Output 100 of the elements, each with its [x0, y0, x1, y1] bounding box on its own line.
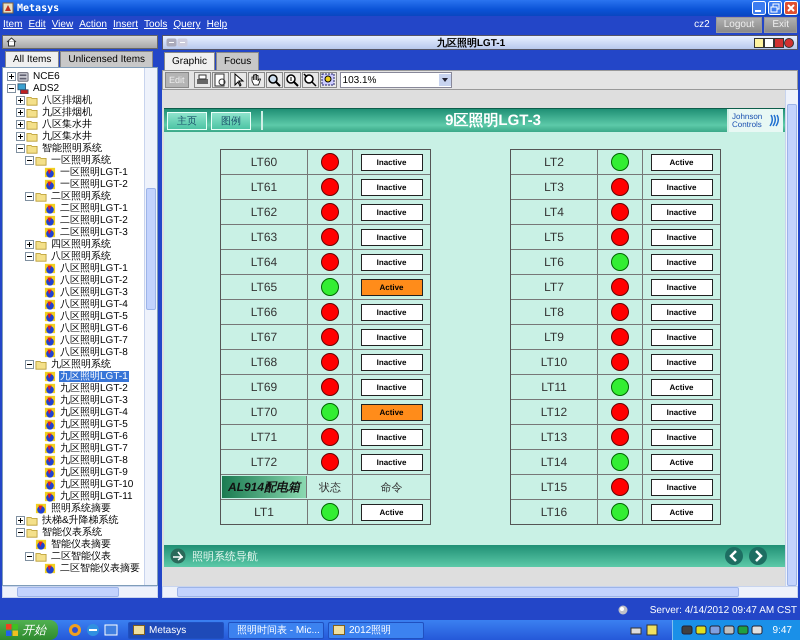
legend-button[interactable]: 图例	[211, 112, 251, 130]
tree-item[interactable]: 八区照明LGT-1	[59, 262, 129, 274]
command-button[interactable]: Inactive	[650, 278, 712, 296]
tree-item[interactable]: 智能照明系统	[41, 142, 103, 154]
command-button[interactable]: Inactive	[360, 428, 422, 446]
tree-item[interactable]: 九区照明系统	[50, 358, 112, 370]
tree-item[interactable]: 九区照明LGT-10	[59, 478, 134, 490]
tray-icon[interactable]	[708, 624, 721, 636]
scrollbar[interactable]	[144, 68, 157, 585]
navigator-tab[interactable]: Unlicensed Items	[60, 51, 154, 67]
tree-item[interactable]: 九区照明LGT-4	[59, 406, 129, 418]
tree-item[interactable]: 二区智能仪表摘要	[59, 562, 141, 574]
command-button[interactable]: Inactive	[650, 354, 712, 370]
expand-toggle[interactable]	[25, 240, 34, 248]
command-button[interactable]: Inactive	[650, 204, 712, 220]
menu-item[interactable]: View	[52, 19, 74, 30]
tree-item[interactable]: 八区照明LGT-8	[59, 346, 129, 358]
tree-item[interactable]: 八区集水井	[41, 118, 93, 130]
home-button[interactable]: 主页	[167, 112, 207, 130]
menu-item[interactable]: Query	[173, 19, 201, 30]
help-icon[interactable]	[646, 624, 658, 636]
tree-item[interactable]: 八区照明LGT-4	[59, 298, 129, 310]
browser-icon[interactable]	[68, 623, 82, 637]
expand-toggle[interactable]	[25, 252, 34, 260]
magnifier-icon[interactable]	[302, 72, 319, 88]
tree-item[interactable]: 二区智能仪表	[50, 550, 112, 562]
view-tab[interactable]: Focus	[216, 52, 260, 70]
home-icon[interactable]	[6, 37, 17, 47]
scrollbar[interactable]	[2, 586, 158, 598]
command-button[interactable]: Inactive	[360, 178, 422, 196]
tree-item[interactable]: ADS2	[32, 82, 60, 94]
magnifier-icon[interactable]	[284, 72, 301, 88]
command-button[interactable]: Inactive	[650, 304, 712, 320]
tree-item[interactable]: 八区照明LGT-2	[59, 274, 129, 286]
command-button[interactable]: Inactive	[650, 478, 712, 496]
expand-toggle[interactable]	[7, 84, 16, 92]
tree-item[interactable]: 一区照明LGT-1	[59, 166, 129, 178]
command-button[interactable]: Active	[360, 504, 422, 520]
zoom-area-icon[interactable]	[320, 72, 337, 88]
menu-item[interactable]: Item	[3, 19, 22, 30]
command-button[interactable]: Active	[650, 454, 712, 470]
expand-toggle[interactable]	[16, 528, 25, 536]
tree-item[interactable]: 九区照明LGT-7	[59, 442, 129, 454]
tree-item[interactable]: 九区照明LGT-11	[59, 490, 134, 502]
command-button[interactable]: Inactive	[360, 204, 422, 220]
command-button[interactable]: Inactive	[650, 404, 712, 420]
command-button[interactable]: Active	[650, 154, 712, 170]
menu-item[interactable]: Tools	[144, 19, 168, 30]
tree-item[interactable]: 扶梯&升降梯系统	[41, 514, 120, 526]
expand-toggle[interactable]	[16, 516, 25, 524]
tree-item[interactable]: 九区照明LGT-3	[59, 394, 129, 406]
menu-item[interactable]: Edit	[28, 19, 46, 30]
tree-item[interactable]: 照明系统摘要	[50, 502, 112, 514]
taskbar-button[interactable]: 照明时间表 - Mic...	[228, 622, 324, 638]
scrollbar-thumb[interactable]	[146, 188, 156, 310]
expand-toggle[interactable]	[16, 144, 25, 152]
menu-item[interactable]: Insert	[112, 19, 138, 30]
tree-item[interactable]: 九区集水井	[41, 130, 93, 142]
tree-item[interactable]: 八区排烟机	[41, 94, 93, 106]
tree-item[interactable]: 二区照明LGT-1	[59, 202, 129, 214]
taskbar-button[interactable]: Metasys	[128, 622, 224, 638]
tree-item[interactable]: 九区照明LGT-1	[59, 370, 129, 382]
magnifier-icon[interactable]	[266, 72, 283, 88]
navigator-tab[interactable]: All Items	[5, 51, 60, 67]
expand-toggle[interactable]	[25, 552, 34, 560]
scrollbar-thumb[interactable]	[177, 587, 739, 597]
window-controls-icon[interactable]	[754, 38, 794, 48]
command-button[interactable]: Inactive	[360, 228, 422, 246]
command-button[interactable]: Active	[650, 504, 712, 520]
expand-toggle[interactable]	[16, 108, 25, 116]
tree-item[interactable]: 智能仪表摘要	[50, 538, 112, 550]
command-button[interactable]: Inactive	[360, 378, 422, 396]
menu-item[interactable]: Action	[79, 19, 107, 30]
command-button[interactable]: Inactive	[360, 454, 422, 470]
tree-item[interactable]: 二区照明LGT-3	[59, 226, 129, 238]
tree-item[interactable]: 九区照明LGT-8	[59, 454, 129, 466]
tree-item[interactable]: 八区照明LGT-5	[59, 310, 129, 322]
command-button[interactable]: Active	[650, 378, 712, 396]
tree-item[interactable]: 九区照明LGT-9	[59, 466, 129, 478]
tree-item[interactable]: 八区照明系统	[50, 250, 112, 262]
expand-toggle[interactable]	[7, 72, 16, 80]
hand-icon[interactable]	[248, 72, 265, 88]
desktop-icon[interactable]	[104, 623, 118, 637]
command-button[interactable]: Inactive	[650, 328, 712, 346]
expand-toggle[interactable]	[25, 156, 34, 164]
command-button[interactable]: Active	[360, 404, 422, 420]
command-button[interactable]: Inactive	[650, 178, 712, 196]
command-button[interactable]: Inactive	[650, 228, 712, 246]
tree-item[interactable]: 八区照明LGT-7	[59, 334, 129, 346]
menu-item[interactable]: Help	[206, 19, 228, 30]
view-tab[interactable]: Graphic	[164, 52, 216, 70]
printer-icon[interactable]	[194, 72, 211, 88]
tree-item[interactable]: 一区照明系统	[50, 154, 112, 166]
navigation-icon[interactable]	[170, 548, 186, 564]
tree-item[interactable]: NCE6	[32, 70, 61, 82]
command-button[interactable]: Active	[360, 278, 422, 296]
command-button[interactable]: Inactive	[360, 328, 422, 346]
tree-item[interactable]: 九区排烟机	[41, 106, 93, 118]
command-button[interactable]: Inactive	[650, 428, 712, 446]
tree-item[interactable]: 二区照明LGT-2	[59, 214, 129, 226]
